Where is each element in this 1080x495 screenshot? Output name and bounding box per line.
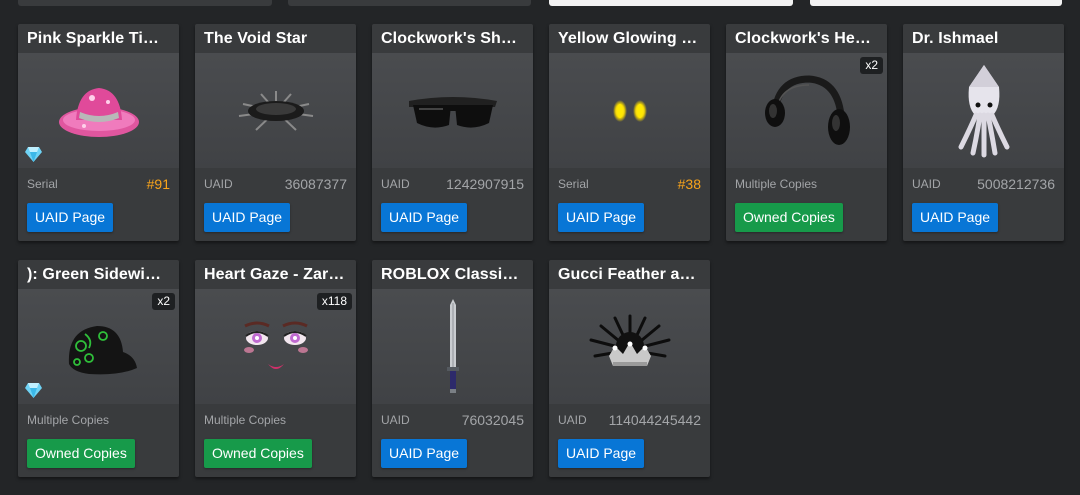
uaid-page-button[interactable]: UAID Page xyxy=(381,203,468,232)
item-card[interactable]: ROBLOX Classic ... UAID 76032045 UAID Pa… xyxy=(372,260,533,477)
item-card[interactable]: Pink Sparkle Tim... Serial #91 UAID Page xyxy=(18,24,179,241)
search-field-1[interactable] xyxy=(549,0,793,6)
uaid-page-button[interactable]: UAID Page xyxy=(558,203,645,232)
filter-control-1[interactable] xyxy=(18,0,272,6)
owned-copies-button[interactable]: Owned Copies xyxy=(204,439,312,468)
pink-sparkle-hat-icon xyxy=(58,87,139,137)
meta-label: Serial xyxy=(558,177,589,191)
item-title[interactable]: Clockwork's Shad... xyxy=(372,24,533,53)
uaid-page-button[interactable]: UAID Page xyxy=(204,203,291,232)
glowing-eyes-icon xyxy=(612,99,647,122)
owned-copies-button[interactable]: Owned Copies xyxy=(27,439,135,468)
item-meta: UAID 76032045 xyxy=(372,404,533,433)
meta-label: UAID xyxy=(381,413,410,427)
item-title[interactable]: ): Green Sidewind... xyxy=(18,260,179,289)
shades-icon xyxy=(408,96,497,128)
inventory-grid: Pink Sparkle Tim... Serial #91 UAID Page xyxy=(18,24,1064,477)
meta-label: Serial xyxy=(27,177,58,191)
uaid-page-button[interactable]: UAID Page xyxy=(381,439,468,468)
item-title[interactable]: Yellow Glowing E... xyxy=(549,24,710,53)
item-card[interactable]: Clockwork's Head... x2 Multiple Copies O… xyxy=(726,24,887,241)
quantity-badge: x2 xyxy=(860,57,883,74)
serial-number: #91 xyxy=(146,176,170,192)
item-meta: Serial #91 xyxy=(18,168,179,197)
uaid-value: 5008212736 xyxy=(977,176,1055,192)
top-toolbar-strip xyxy=(0,0,1080,8)
item-card[interactable]: Dr. Ishmael UAID 5008212736 UAID Page xyxy=(903,24,1064,241)
item-title[interactable]: The Void Star xyxy=(195,24,356,53)
serial-number: #38 xyxy=(677,176,701,192)
meta-label: UAID xyxy=(204,177,233,191)
item-card[interactable]: ): Green Sidewind... x2 Multiple Copies … xyxy=(18,260,179,477)
item-title[interactable]: ROBLOX Classic ... xyxy=(372,260,533,289)
item-title[interactable]: Pink Sparkle Tim... xyxy=(18,24,179,53)
item-thumbnail[interactable]: x2 xyxy=(18,289,179,404)
uaid-value: 1242907915 xyxy=(446,176,524,192)
item-meta: Serial #38 xyxy=(549,168,710,197)
diamond-icon xyxy=(25,383,42,398)
heart-gaze-face-icon xyxy=(243,321,308,369)
item-thumbnail[interactable]: x2 xyxy=(726,53,887,168)
item-meta: UAID 36087377 xyxy=(195,168,356,197)
uaid-page-button[interactable]: UAID Page xyxy=(912,203,999,232)
item-thumbnail[interactable]: x118 xyxy=(195,289,356,404)
item-title[interactable]: Gucci Feather an... xyxy=(549,260,710,289)
item-card[interactable]: The Void Star UAID 36087377 UAID Page xyxy=(195,24,356,241)
uaid-value: 114044245442 xyxy=(608,412,701,428)
item-meta: UAID 5008212736 xyxy=(903,168,1064,197)
item-meta: UAID 114044245442 xyxy=(549,404,710,433)
item-meta: Multiple Copies xyxy=(726,168,887,197)
diamond-icon xyxy=(25,147,42,162)
item-thumbnail[interactable] xyxy=(372,53,533,168)
meta-label: Multiple Copies xyxy=(204,413,287,427)
item-meta: Multiple Copies xyxy=(18,404,179,433)
meta-label: UAID xyxy=(558,413,587,427)
meta-label: Multiple Copies xyxy=(735,177,818,191)
uaid-page-button[interactable]: UAID Page xyxy=(558,439,645,468)
green-sidewinder-hat-icon xyxy=(68,325,137,374)
item-title[interactable]: Dr. Ishmael xyxy=(903,24,1064,53)
feather-crown-icon xyxy=(589,314,670,366)
headphones-icon xyxy=(764,74,850,145)
owned-copies-button[interactable]: Owned Copies xyxy=(735,203,843,232)
search-field-2[interactable] xyxy=(810,0,1062,6)
item-title[interactable]: Clockwork's Head... xyxy=(726,24,887,53)
item-card[interactable]: Clockwork's Shad... UAID 1242907915 UAID… xyxy=(372,24,533,241)
quantity-badge: x118 xyxy=(316,293,352,310)
item-thumbnail[interactable] xyxy=(195,53,356,168)
uaid-value: 36087377 xyxy=(284,176,347,192)
item-title[interactable]: Heart Gaze - Zara... xyxy=(195,260,356,289)
void-star-icon xyxy=(238,90,313,131)
meta-label: Multiple Copies xyxy=(27,413,110,427)
item-thumbnail[interactable] xyxy=(549,53,710,168)
item-meta: Multiple Copies xyxy=(195,404,356,433)
quantity-badge: x2 xyxy=(152,293,175,310)
sword-icon xyxy=(446,298,459,393)
item-card[interactable]: Yellow Glowing E... Serial #38 UAID Page xyxy=(549,24,710,241)
item-card[interactable]: Heart Gaze - Zara... x118 Multiple Copie… xyxy=(195,260,356,477)
item-card[interactable]: Gucci Feather an... UAID 114044245442 UA… xyxy=(549,260,710,477)
squid-icon xyxy=(958,64,1009,157)
uaid-value: 76032045 xyxy=(461,412,524,428)
uaid-page-button[interactable]: UAID Page xyxy=(27,203,114,232)
item-thumbnail[interactable] xyxy=(18,53,179,168)
item-meta: UAID 1242907915 xyxy=(372,168,533,197)
item-thumbnail[interactable] xyxy=(372,289,533,404)
meta-label: UAID xyxy=(912,177,941,191)
item-thumbnail[interactable] xyxy=(549,289,710,404)
meta-label: UAID xyxy=(381,177,410,191)
item-thumbnail[interactable] xyxy=(903,53,1064,168)
filter-control-2[interactable] xyxy=(288,0,531,6)
